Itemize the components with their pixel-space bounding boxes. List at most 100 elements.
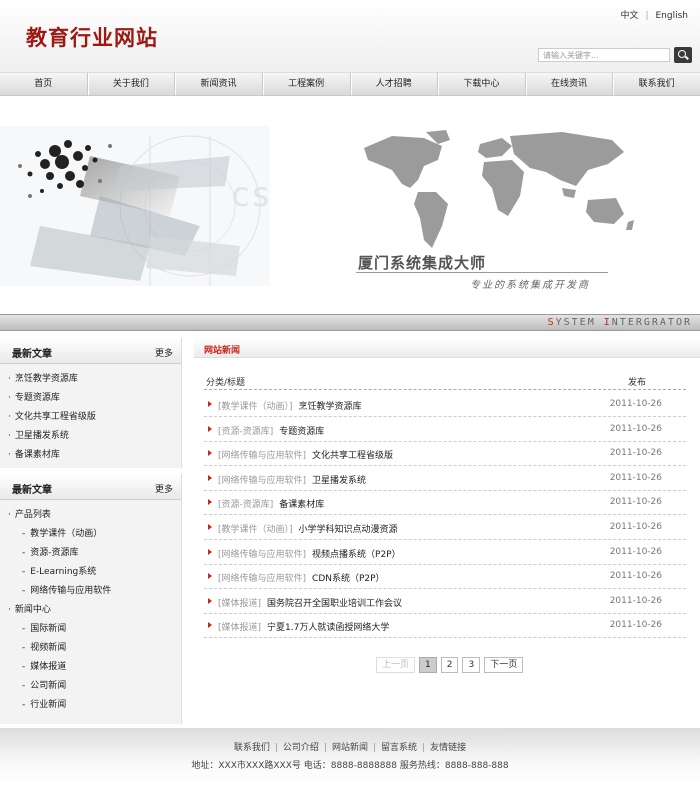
arrow-right-icon: [208, 622, 212, 629]
sidebar-article-item[interactable]: 文化共享工程省级版: [0, 408, 181, 427]
news-category-link[interactable]: [资源-资源库]: [218, 427, 273, 437]
footer-link[interactable]: 网站新闻: [332, 743, 368, 753]
news-title-link[interactable]: 视频点播系统（P2P）: [312, 550, 401, 560]
pager-page-3[interactable]: 3: [462, 657, 481, 673]
news-category-link[interactable]: [网络传输与应用软件]: [218, 451, 306, 461]
news-category-link[interactable]: [网络传输与应用软件]: [218, 550, 306, 560]
news-row[interactable]: [教学课件（动画）] 小学学科知识点动漫资源 2011-10-26: [204, 515, 686, 540]
main-nav: 首页 关于我们 新闻资讯 工程案例 人才招聘 下载中心 在线资讯 联系我们: [0, 72, 700, 96]
lang-separator: |: [645, 11, 649, 21]
sidebar-subcategory-item[interactable]: 视频新闻: [0, 639, 181, 658]
footer-links: 联系我们 | 公司介绍 | 网站新闻 | 留言系统 | 友情链接: [0, 740, 700, 753]
site-header: 教育行业网站 中文 | English 请输入关键字...: [0, 0, 700, 72]
news-title-link[interactable]: CDN系统（P2P）: [312, 574, 385, 584]
news-title-link[interactable]: 卫星播发系统: [312, 476, 366, 486]
nav-item[interactable]: 新闻资讯: [175, 73, 263, 95]
category-list: 产品列表教学课件（动画）资源-资源库E-Learning系统网络传输与应用软件新…: [0, 500, 181, 715]
sidebar-category-item[interactable]: 新闻中心: [0, 601, 181, 620]
latest-articles-box: 最新文章 更多 烹饪教学资源库专题资源库文化共享工程省级版卫星播发系统备课素材库: [0, 338, 182, 468]
pager-page-1[interactable]: 1: [419, 657, 437, 673]
sidebar-subcategory-item[interactable]: 国际新闻: [0, 620, 181, 639]
footer-link[interactable]: 留言系统: [381, 743, 417, 753]
language-switcher: 中文 | English: [620, 8, 688, 21]
arrow-right-icon: [208, 499, 212, 506]
news-row[interactable]: [媒体报道] 国务院召开全国职业培训工作会议 2011-10-26: [204, 589, 686, 614]
sidebar-category-item[interactable]: 产品列表: [0, 506, 181, 525]
pager-prev-button[interactable]: 上一页: [376, 657, 416, 673]
nav-item[interactable]: 下载中心: [438, 73, 526, 95]
news-columns-header: 分类/标题 发布: [204, 374, 686, 390]
news-date: 2011-10-26: [609, 522, 662, 532]
sidebar-article-item[interactable]: 烹饪教学资源库: [0, 370, 181, 389]
news-date: 2011-10-26: [609, 448, 662, 459]
news-category-link[interactable]: [教学课件（动画）]: [218, 525, 293, 535]
arrow-right-icon: [208, 548, 212, 555]
news-title-link[interactable]: 专题资源库: [279, 427, 324, 437]
news-title-link[interactable]: 文化共享工程省级版: [312, 451, 393, 461]
arrow-right-icon: [208, 573, 212, 580]
news-category-link[interactable]: [教学课件（动画）]: [218, 402, 293, 412]
news-row[interactable]: [网络传输与应用软件] 卫星播发系统 2011-10-26: [204, 466, 686, 491]
news-date: 2011-10-26: [609, 595, 662, 606]
lang-en-link[interactable]: English: [656, 11, 689, 21]
news-item-text: [网络传输与应用软件] 文化共享工程省级版: [218, 448, 393, 461]
news-item-text: [资源-资源库] 备课素材库: [218, 497, 324, 510]
news-category-link[interactable]: [资源-资源库]: [218, 500, 273, 510]
news-title-link[interactable]: 烹饪教学资源库: [299, 402, 362, 412]
news-row[interactable]: [资源-资源库] 备课素材库 2011-10-26: [204, 490, 686, 516]
news-category-link[interactable]: [网络传输与应用软件]: [218, 476, 306, 486]
footer-link[interactable]: 友情链接: [430, 743, 466, 753]
news-title-link[interactable]: 国务院召开全国职业培训工作会议: [267, 599, 402, 609]
search-icon[interactable]: [674, 47, 692, 63]
search-input[interactable]: 请输入关键字...: [538, 48, 670, 62]
sidebar-article-item[interactable]: 专题资源库: [0, 389, 181, 408]
news-item-text: [媒体报道] 国务院召开全国职业培训工作会议: [218, 596, 402, 609]
arrow-right-icon: [208, 450, 212, 457]
sidebar-subcategory-item[interactable]: 行业新闻: [0, 696, 181, 715]
system-integrator-bar: SYSTEM INTERGRATOR: [0, 314, 700, 331]
news-category-link[interactable]: [媒体报道]: [218, 599, 261, 609]
news-title-link[interactable]: 宁夏1.7万人就读函授网络大学: [267, 623, 389, 633]
latest-articles-more-link[interactable]: 更多: [155, 346, 173, 359]
nav-item[interactable]: 关于我们: [88, 73, 176, 95]
news-title-link[interactable]: 小学学科知识点动漫资源: [299, 525, 398, 535]
sidebar-subcategory-item[interactable]: 资源-资源库: [0, 544, 181, 563]
lang-zh-link[interactable]: 中文: [620, 11, 638, 21]
footer-link[interactable]: 联系我们: [234, 743, 270, 753]
news-row[interactable]: [网络传输与应用软件] 文化共享工程省级版 2011-10-26: [204, 441, 686, 467]
sidebar-subcategory-item[interactable]: 教学课件（动画）: [0, 525, 181, 544]
sidebar-subcategory-item[interactable]: 公司新闻: [0, 677, 181, 696]
category-more-link[interactable]: 更多: [155, 482, 173, 495]
nav-item[interactable]: 人才招聘: [351, 73, 439, 95]
banner-slogan-main: 厦门系统集成大师: [358, 254, 487, 272]
news-title-link[interactable]: 备课素材库: [279, 500, 324, 510]
sidebar-article-item[interactable]: 卫星播发系统: [0, 427, 181, 446]
sidebar-subcategory-item[interactable]: 媒体报道: [0, 658, 181, 677]
news-panel-title: 网站新闻: [204, 346, 241, 356]
news-category-link[interactable]: [媒体报道]: [218, 623, 261, 633]
news-row[interactable]: [媒体报道] 宁夏1.7万人就读函授网络大学 2011-10-26: [204, 613, 686, 639]
news-row[interactable]: [网络传输与应用软件] 视频点播系统（P2P） 2011-10-26: [204, 540, 686, 565]
news-row[interactable]: [网络传输与应用软件] CDN系统（P2P） 2011-10-26: [204, 564, 686, 590]
footer-link[interactable]: 公司介绍: [283, 743, 319, 753]
news-row[interactable]: [教学课件（动画）] 烹饪教学资源库 2011-10-26: [204, 392, 686, 417]
category-title: 最新文章: [12, 485, 52, 496]
system-integrator-text: SYSTEM INTERGRATOR: [547, 317, 692, 328]
news-item-text: [教学课件（动画）] 烹饪教学资源库: [218, 399, 362, 412]
nav-item[interactable]: 工程案例: [263, 73, 351, 95]
sidebar-subcategory-item[interactable]: 网络传输与应用软件: [0, 582, 181, 601]
news-category-link[interactable]: [网络传输与应用软件]: [218, 574, 306, 584]
nav-item[interactable]: 联系我们: [613, 73, 700, 95]
site-logo[interactable]: 教育行业网站: [26, 22, 158, 52]
news-panel: 网站新闻 分类/标题 发布 [教学课件（动画）] 烹饪教学资源库 2011-10-2…: [194, 338, 700, 728]
nav-item[interactable]: 在线资讯: [526, 73, 614, 95]
arrow-right-icon: [208, 425, 212, 432]
site-footer: 联系我们 | 公司介绍 | 网站新闻 | 留言系统 | 友情链接 地址：XXX市XXX路XXX号…: [0, 728, 700, 787]
sidebar-subcategory-item[interactable]: E-Learning系统: [0, 563, 181, 582]
nav-item[interactable]: 首页: [0, 73, 88, 95]
category-box: 最新文章 更多 产品列表教学课件（动画）资源-资源库E-Learning系统网络…: [0, 474, 182, 724]
news-row[interactable]: [资源-资源库] 专题资源库 2011-10-26: [204, 417, 686, 442]
pager-page-2[interactable]: 2: [440, 657, 459, 673]
pager-next-button[interactable]: 下一页: [484, 657, 524, 673]
sidebar-article-item[interactable]: 备课素材库: [0, 446, 181, 465]
